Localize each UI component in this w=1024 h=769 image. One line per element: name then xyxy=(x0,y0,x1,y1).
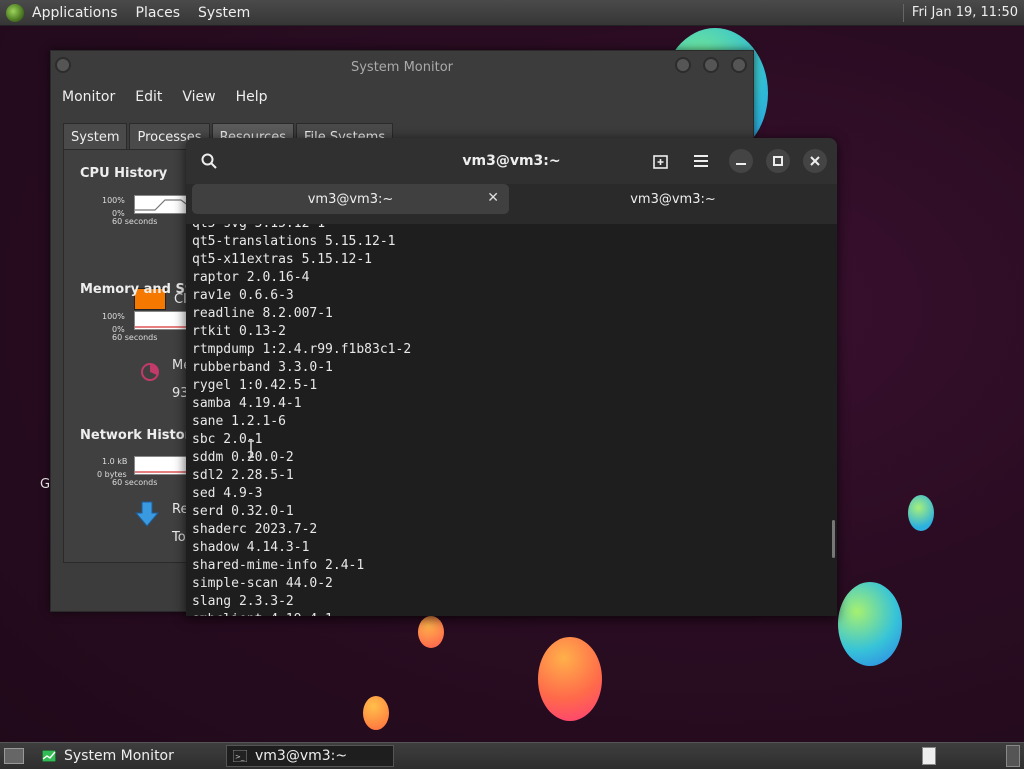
maximize-icon[interactable] xyxy=(703,57,719,73)
hamburger-menu-icon[interactable] xyxy=(691,151,711,171)
taskbar-item-terminal[interactable]: >_ vm3@vm3:~ xyxy=(226,745,394,767)
menu-edit[interactable]: Edit xyxy=(135,89,162,105)
menu-view[interactable]: View xyxy=(182,89,215,105)
terminal-line: shadow 4.14.3-1 xyxy=(192,540,310,555)
memory-pie-icon xyxy=(140,362,160,382)
menu-applications[interactable]: Applications xyxy=(32,5,118,21)
terminal-line: sbc 2.0-1 xyxy=(192,432,263,447)
minimize-icon[interactable] xyxy=(675,57,691,73)
show-desktop-icon[interactable] xyxy=(4,748,24,764)
terminal-lines: qt5-svg 5.15.12-1qt5-translations 5.15.1… xyxy=(192,224,411,616)
terminal-line: sddm 0.20.0-2 xyxy=(192,450,294,465)
terminal-line: simple-scan 44.0-2 xyxy=(192,576,333,591)
cpu-history-title: CPU History xyxy=(80,166,168,181)
terminal-line: serd 0.32.0-1 xyxy=(192,504,294,519)
network-history-graph xyxy=(134,456,190,475)
menu-monitor[interactable]: Monitor xyxy=(62,89,115,105)
terminal-app-icon: >_ xyxy=(233,750,247,762)
window-menu-icon[interactable] xyxy=(55,57,71,73)
terminal-tab-label: vm3@vm3:~ xyxy=(630,191,716,207)
balloon-decoration xyxy=(908,495,934,531)
balloon-decoration xyxy=(538,637,602,721)
taskbar-item-label: System Monitor xyxy=(64,748,174,764)
trash-icon[interactable] xyxy=(922,747,936,765)
terminal-line: rubberband 3.3.0-1 xyxy=(192,360,333,375)
terminal-line: rtkit 0.13-2 xyxy=(192,324,286,339)
terminal-line: sed 4.9-3 xyxy=(192,486,263,501)
balloon-decoration xyxy=(838,582,902,666)
cpu-graph-xlabel: 60 seconds xyxy=(112,217,158,226)
terminal-line: shaderc 2023.7-2 xyxy=(192,522,318,537)
clock[interactable]: Fri Jan 19, 11:50 xyxy=(912,5,1018,20)
terminal-output[interactable]: qt5-svg 5.15.12-1qt5-translations 5.15.1… xyxy=(186,224,837,616)
panel-separator xyxy=(902,3,904,22)
system-monitor-app-icon xyxy=(42,750,56,762)
balloon-decoration xyxy=(418,616,444,648)
network-graph-line xyxy=(135,471,189,473)
network-history-title: Network History xyxy=(80,428,200,443)
terminal-line: smbclient 4.19.4-1 xyxy=(192,611,411,616)
terminal-line: shared-mime-info 2.4-1 xyxy=(192,558,365,573)
terminal-scrollbar[interactable] xyxy=(832,520,835,558)
svg-text:>_: >_ xyxy=(235,753,245,761)
download-arrow-icon xyxy=(134,500,160,528)
terminal-line: qt5-translations 5.15.12-1 xyxy=(192,234,396,249)
sysmon-menubar: Monitor Edit View Help xyxy=(51,83,753,111)
terminal-line: qt5-x11extras 5.15.12-1 xyxy=(192,252,373,267)
close-tab-icon[interactable]: ✕ xyxy=(487,190,499,206)
terminal-headerbar[interactable]: vm3@vm3:~ xyxy=(186,138,837,184)
bottom-panel: System Monitor >_ vm3@vm3:~ xyxy=(0,742,1024,769)
terminal-line: readline 8.2.007-1 xyxy=(192,306,333,321)
memory-history-graph xyxy=(134,311,190,330)
cpu-graph-ylabel-top: 100% xyxy=(102,196,125,205)
taskbar-item-label: vm3@vm3:~ xyxy=(255,748,348,764)
memory-graph-ylabel-top: 100% xyxy=(102,312,125,321)
terminal-line: rygel 1:0.42.5-1 xyxy=(192,378,318,393)
terminal-line: raptor 2.0.16-4 xyxy=(192,270,310,285)
taskbar-item-system-monitor[interactable]: System Monitor xyxy=(36,745,196,767)
terminal-tab-label: vm3@vm3:~ xyxy=(307,191,394,207)
sysmon-titlebar[interactable]: System Monitor xyxy=(51,51,753,83)
terminal-line: qt5-svg 5.15.12-1 xyxy=(192,224,411,233)
close-icon[interactable] xyxy=(731,57,747,73)
memory-graph-line xyxy=(135,326,189,328)
terminal-tab-2[interactable]: vm3@vm3:~ xyxy=(515,184,831,214)
menu-places[interactable]: Places xyxy=(136,5,181,21)
network-total-label: To xyxy=(172,530,186,545)
sysmon-title: System Monitor xyxy=(350,59,454,75)
terminal-tabbar: vm3@vm3:~ ✕ vm3@vm3:~ xyxy=(186,184,837,224)
menu-system[interactable]: System xyxy=(198,5,250,21)
network-graph-xlabel: 60 seconds xyxy=(112,478,158,487)
close-icon[interactable] xyxy=(803,149,827,173)
new-tab-icon[interactable] xyxy=(651,151,671,171)
top-panel: Applications Places System Fri Jan 19, 1… xyxy=(0,0,1024,26)
tab-system[interactable]: System xyxy=(63,123,128,151)
terminal-line: sane 1.2.1-6 xyxy=(192,414,286,429)
terminal-tab-1[interactable]: vm3@vm3:~ ✕ xyxy=(192,184,509,214)
terminal-window: vm3@vm3:~ vm3@vm3:~ ✕ vm3@vm3:~ qt5-svg … xyxy=(186,138,837,616)
terminal-line: rav1e 0.6.6-3 xyxy=(192,288,294,303)
terminal-line: slang 2.3.3-2 xyxy=(192,594,294,609)
terminal-line: samba 4.19.4-1 xyxy=(192,396,302,411)
memory-graph-xlabel: 60 seconds xyxy=(112,333,158,342)
distro-logo-icon[interactable] xyxy=(6,3,24,22)
menu-help[interactable]: Help xyxy=(236,89,268,105)
maximize-icon[interactable] xyxy=(766,149,790,173)
cpu-graph-line xyxy=(135,199,190,211)
terminal-line: rtmpdump 1:2.4.r99.f1b83c1-2 xyxy=(192,342,412,357)
workspace-switcher[interactable] xyxy=(1006,745,1020,767)
text-cursor-ibeam-icon xyxy=(248,440,254,458)
minimize-icon[interactable] xyxy=(729,149,753,173)
cpu-history-graph xyxy=(134,195,190,214)
terminal-line: sdl2 2.28.5-1 xyxy=(192,468,294,483)
desktop-side-letter: G xyxy=(40,477,51,492)
network-graph-ylabel-top: 1.0 kB xyxy=(102,457,128,466)
balloon-decoration xyxy=(363,696,389,730)
